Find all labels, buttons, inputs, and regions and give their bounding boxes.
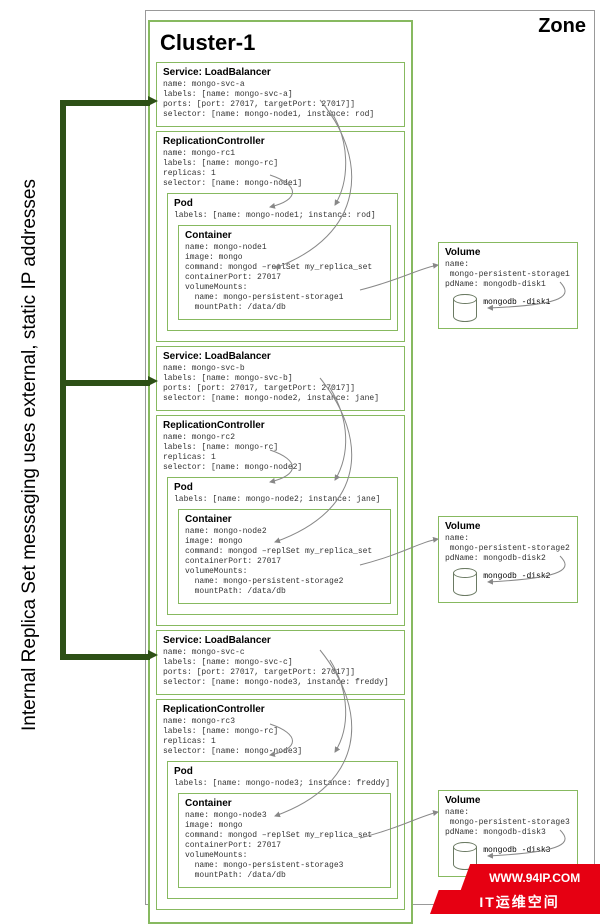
service-lines-3: name: mongo-svc-c labels: [name: mongo-s… <box>163 648 398 688</box>
database-icon <box>453 568 477 596</box>
volume-lines-1: name: mongo-persistent-storage1 pdName: … <box>445 260 571 290</box>
arrow-h1 <box>60 100 150 106</box>
rc-lines-1: name: mongo-rc1 labels: [name: mongo-rc]… <box>163 149 398 189</box>
service-title-1: Service: LoadBalancer <box>163 67 398 78</box>
sidebar-description: Internal Replica Set messaging uses exte… <box>19 231 41 731</box>
rc-lines-2: name: mongo-rc2 labels: [name: mongo-rc]… <box>163 433 398 473</box>
rc-title-2: ReplicationController <box>163 420 398 431</box>
container-title-1: Container <box>185 230 384 241</box>
service-title-2: Service: LoadBalancer <box>163 351 398 362</box>
pod-block-1: Pod labels: [name: mongo-node1; instance… <box>167 193 398 331</box>
pod-title-2: Pod <box>174 482 391 493</box>
rc-title-1: ReplicationController <box>163 136 398 147</box>
container-title-2: Container <box>185 514 384 525</box>
disk-label-1: mongodb -disk1 <box>483 298 550 308</box>
pod-lines-2: labels: [name: mongo-node2; instance: ja… <box>174 495 391 505</box>
watermark-tag: IT运维空间 <box>430 890 600 914</box>
volume-lines-3: name: mongo-persistent-storage3 pdName: … <box>445 808 571 838</box>
database-icon <box>453 294 477 322</box>
rc-title-3: ReplicationController <box>163 704 398 715</box>
arrow-head-1 <box>148 96 158 106</box>
container-lines-1: name: mongo-node1 image: mongo command: … <box>185 243 384 313</box>
volume-box-2: Volume name: mongo-persistent-storage2 p… <box>438 516 578 603</box>
pod-lines-1: labels: [name: mongo-node1; instance: ro… <box>174 211 391 221</box>
container-lines-2: name: mongo-node2 image: mongo command: … <box>185 527 384 597</box>
arrow-head-3 <box>148 650 158 660</box>
pod-title-1: Pod <box>174 198 391 209</box>
pod-block-3: Pod labels: [name: mongo-node3; instance… <box>167 761 398 899</box>
rc-block-1: ReplicationController name: mongo-rc1 la… <box>156 131 405 342</box>
pod-block-2: Pod labels: [name: mongo-node2; instance… <box>167 477 398 615</box>
container-title-3: Container <box>185 798 384 809</box>
pod-lines-3: labels: [name: mongo-node3; instance: fr… <box>174 779 391 789</box>
arrow-head-2 <box>148 376 158 386</box>
container-block-1: Container name: mongo-node1 image: mongo… <box>178 225 391 320</box>
service-block-2: Service: LoadBalancer name: mongo-svc-b … <box>156 346 405 411</box>
service-lines-1: name: mongo-svc-a labels: [name: mongo-s… <box>163 80 398 120</box>
cluster-box: Cluster-1 Service: LoadBalancer name: mo… <box>148 20 413 924</box>
service-block-3: Service: LoadBalancer name: mongo-svc-c … <box>156 630 405 695</box>
watermark-site: WWW.94IP.COM <box>460 864 600 892</box>
container-block-2: Container name: mongo-node2 image: mongo… <box>178 509 391 604</box>
disk-label-3: mongodb -disk3 <box>483 846 550 856</box>
arrow-h2 <box>60 380 150 386</box>
container-block-3: Container name: mongo-node3 image: mongo… <box>178 793 391 888</box>
service-block-1: Service: LoadBalancer name: mongo-svc-a … <box>156 62 405 127</box>
zone-label: Zone <box>538 15 586 38</box>
volume-lines-2: name: mongo-persistent-storage2 pdName: … <box>445 534 571 564</box>
volume-box-1: Volume name: mongo-persistent-storage1 p… <box>438 242 578 329</box>
rc-block-2: ReplicationController name: mongo-rc2 la… <box>156 415 405 626</box>
volume-title-1: Volume <box>445 247 571 258</box>
cluster-title: Cluster-1 <box>160 30 405 56</box>
service-title-3: Service: LoadBalancer <box>163 635 398 646</box>
pod-title-3: Pod <box>174 766 391 777</box>
volume-title-3: Volume <box>445 795 571 806</box>
rc-block-3: ReplicationController name: mongo-rc3 la… <box>156 699 405 910</box>
rc-lines-3: name: mongo-rc3 labels: [name: mongo-rc]… <box>163 717 398 757</box>
volume-title-2: Volume <box>445 521 571 532</box>
arrow-h3 <box>60 654 150 660</box>
service-lines-2: name: mongo-svc-b labels: [name: mongo-s… <box>163 364 398 404</box>
container-lines-3: name: mongo-node3 image: mongo command: … <box>185 811 384 881</box>
disk-label-2: mongodb -disk2 <box>483 572 550 582</box>
